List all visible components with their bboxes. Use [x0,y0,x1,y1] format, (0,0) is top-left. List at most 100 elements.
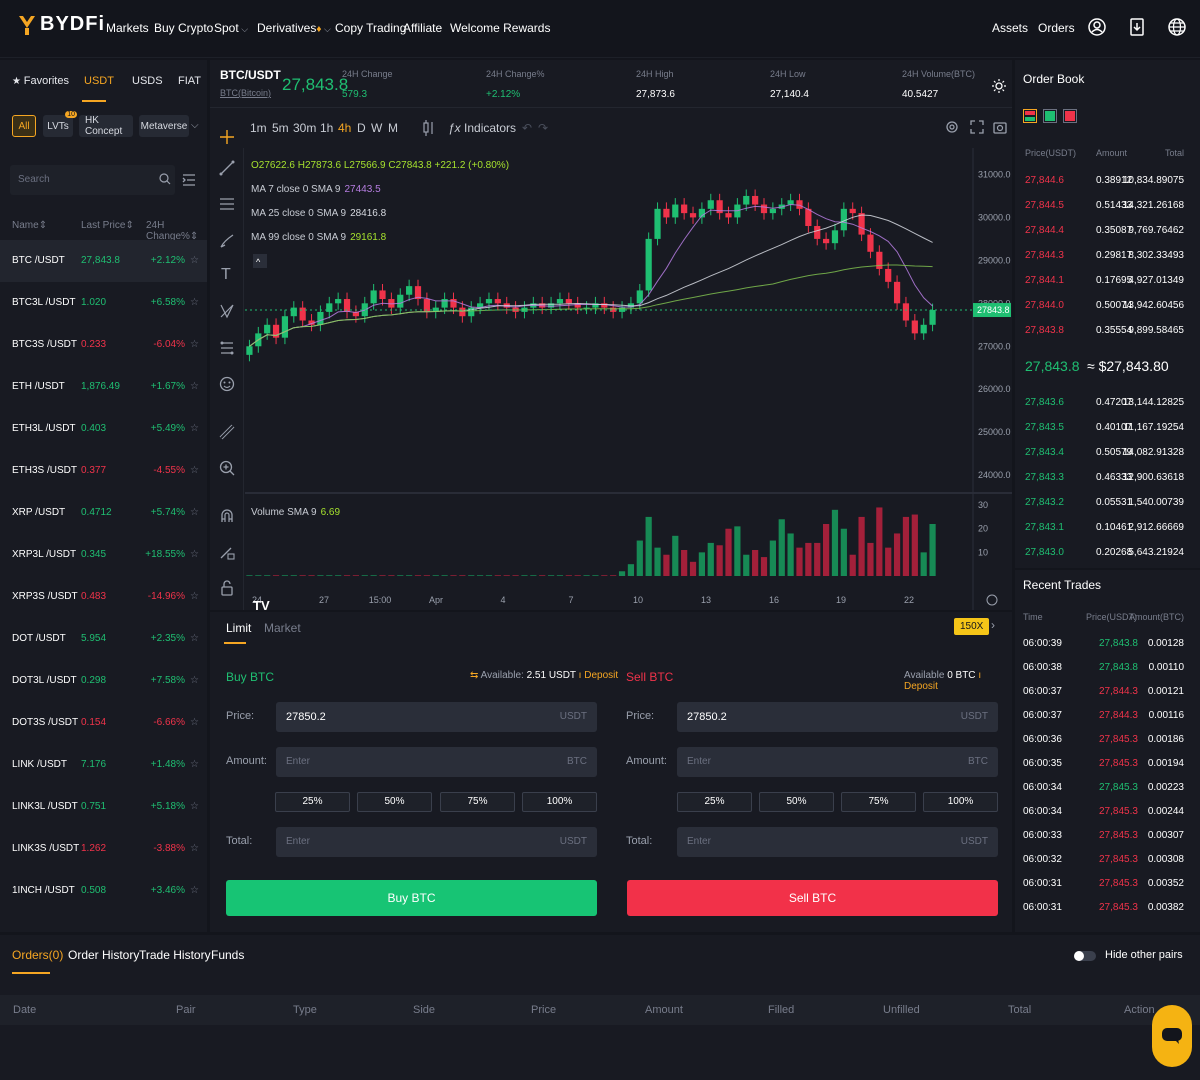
chip-all[interactable]: All [12,115,36,137]
bid-row[interactable]: 27,843.5 0.40107 11,167.19254 [1015,417,1200,439]
ask-row[interactable]: 27,844.4 0.35087 9,769.76462 [1015,220,1200,242]
chevron-right-icon[interactable]: › [991,618,995,632]
favorite-star-icon[interactable]: ☆ [190,297,199,308]
favorite-star-icon[interactable]: ☆ [190,843,199,854]
interval-1m[interactable]: 1m [250,121,267,135]
nav-affiliate[interactable]: Affiliate [403,21,442,35]
logo[interactable]: BYDFi [18,13,105,36]
buy-pct-25[interactable]: 25% [275,792,350,812]
pair-row[interactable]: DOT /USDT 5.954 +2.35% ☆ [0,618,207,660]
buy-pct-100[interactable]: 100% [522,792,597,812]
redo-icon[interactable]: ↷ [538,121,548,135]
bid-row[interactable]: 27,843.6 0.47207 13,144.12825 [1015,392,1200,414]
pair-row[interactable]: BTC3L /USDT 1.020 +6.58% ☆ [0,282,207,324]
candle-type-icon[interactable] [422,120,436,136]
measure-icon[interactable] [219,340,235,356]
pair-row[interactable]: DOT3S /USDT 0.154 -6.66% ☆ [0,702,207,744]
settings-icon[interactable] [945,120,959,134]
favorite-star-icon[interactable]: ☆ [190,801,199,812]
pair-row[interactable]: 1INCH /USDT 0.508 +3.46% ☆ [0,870,207,912]
nav-welcome-rewards[interactable]: Welcome Rewards [450,21,550,35]
emoji-icon[interactable] [219,376,235,392]
bid-row[interactable]: 27,843.0 0.20268 5,643.21924 [1015,542,1200,564]
chevron-down-icon[interactable]: ⌵ [191,120,199,131]
sell-pct-75[interactable]: 75% [841,792,916,812]
favorite-star-icon[interactable]: ☆ [190,759,199,770]
ask-row[interactable]: 27,843.8 0.35554 9,899.58465 [1015,320,1200,342]
tab-order-history[interactable]: Order History [68,948,139,962]
ruler-icon[interactable] [219,424,235,440]
leverage-badge[interactable]: 150X [954,618,990,635]
lock-icon[interactable] [219,580,235,596]
sell-button[interactable]: Sell BTC [627,880,998,916]
undo-icon[interactable]: ↶ [522,121,532,135]
favorite-star-icon[interactable]: ☆ [190,255,199,266]
pair-row[interactable]: XRP /USDT 0.4712 +5.74% ☆ [0,492,207,534]
interval-M[interactable]: M [388,121,398,135]
magnet-icon[interactable] [219,508,235,524]
axis-settings-icon[interactable] [986,594,998,606]
bid-row[interactable]: 27,843.3 0.46333 12,900.63618 [1015,467,1200,489]
lock-draw-icon[interactable] [219,544,235,560]
sell-deposit-link[interactable]: Deposit [904,681,938,692]
pair-row[interactable]: ETH3L /USDT 0.403 +5.49% ☆ [0,408,207,450]
pair-row[interactable]: BTC /USDT 27,843.8 +2.12% ☆ [0,240,207,282]
buy-button[interactable]: Buy BTC [226,880,597,916]
nav-assets[interactable]: Assets [992,21,1028,35]
buy-deposit-link[interactable]: Deposit [584,670,618,681]
crosshair-icon[interactable] [219,129,235,145]
trend-line-icon[interactable] [219,160,235,176]
pair-subtitle[interactable]: BTC(Bitcoin) [220,88,271,98]
header-last-price[interactable]: Last Price⇕ [81,220,134,231]
bid-row[interactable]: 27,843.2 0.05531 1,540.00739 [1015,492,1200,514]
favorite-star-icon[interactable]: ☆ [190,675,199,686]
indicators-button[interactable]: ƒx Indicators [448,121,516,135]
buy-total-input[interactable]: Enter USDT [276,827,597,857]
interval-1h[interactable]: 1h [320,121,333,135]
pair-row[interactable]: XRP3L /USDT 0.345 +18.55% ☆ [0,534,207,576]
tab-trade-history[interactable]: Trade History [139,948,211,962]
buy-pct-50[interactable]: 50% [357,792,432,812]
chip-metaverse[interactable]: Metaverse [139,115,189,137]
tab-limit[interactable]: Limit [226,621,251,635]
user-icon[interactable] [1087,17,1107,37]
favorite-star-icon[interactable]: ☆ [190,339,199,350]
chip-lvts[interactable]: LVTs 10 [43,111,77,137]
favorite-star-icon[interactable]: ☆ [190,381,199,392]
pair-row[interactable]: LINK3S /USDT 1.262 -3.88% ☆ [0,828,207,870]
interval-30m[interactable]: 30m [293,121,316,135]
book-bids-icon[interactable] [1043,109,1057,123]
theme-toggle-icon[interactable] [992,79,1006,93]
bid-row[interactable]: 27,843.1 0.10461 2,912.66669 [1015,517,1200,539]
chip-hk-concept[interactable]: HK Concept [79,115,133,137]
chat-support-button[interactable] [1152,1005,1192,1067]
buy-pct-75[interactable]: 75% [440,792,515,812]
interval-W[interactable]: W [371,121,382,135]
ask-row[interactable]: 27,844.3 0.29817 8,302.33493 [1015,245,1200,267]
pair-row[interactable]: BTC3S /USDT 0.233 -6.04% ☆ [0,324,207,366]
buy-price-input[interactable]: 27850.2 USDT [276,702,597,732]
list-toggle-icon[interactable] [181,172,197,188]
favorite-star-icon[interactable]: ☆ [190,549,199,560]
favorite-star-icon[interactable]: ☆ [190,717,199,728]
tab-fiat[interactable]: FIAT [178,75,201,87]
ask-row[interactable]: 27,844.6 0.38912 10,834.89075 [1015,170,1200,192]
sell-price-input[interactable]: 27850.2 USDT [677,702,998,732]
sell-pct-100[interactable]: 100% [923,792,998,812]
favorite-star-icon[interactable]: ☆ [190,591,199,602]
fullscreen-icon[interactable] [970,120,984,134]
book-asks-icon[interactable] [1063,109,1077,123]
bid-row[interactable]: 27,843.4 0.50579 14,082.91328 [1015,442,1200,464]
pair-row[interactable]: LINK /USDT 7.176 +1.48% ☆ [0,744,207,786]
buy-amount-input[interactable]: Enter BTC [276,747,597,777]
tab-orders[interactable]: Orders(0) [12,948,63,962]
nav-spot[interactable]: Spot ⌵ [214,21,248,35]
header-name[interactable]: Name⇕ [12,220,47,231]
pair-row[interactable]: ETH /USDT 1,876.49 +1.67% ☆ [0,366,207,408]
favorite-star-icon[interactable]: ☆ [190,423,199,434]
tab-favorites[interactable]: ★ Favorites [12,75,69,87]
hide-pairs-toggle[interactable] [1074,951,1096,961]
globe-icon[interactable] [1167,17,1187,37]
pair-row[interactable]: DOT3L /USDT 0.298 +7.58% ☆ [0,660,207,702]
interval-4h[interactable]: 4h [338,121,351,135]
